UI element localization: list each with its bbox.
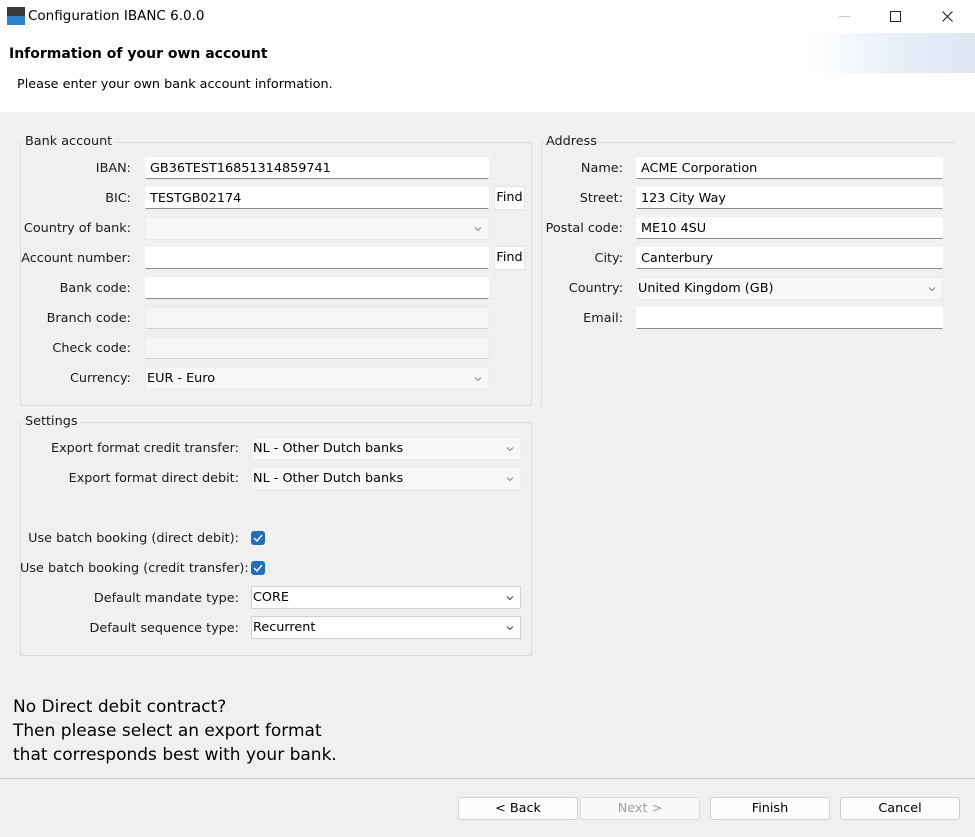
sequence-value: Recurrent	[253, 620, 316, 635]
iban-label: IBAN:	[95, 161, 131, 176]
sequence-label: Default sequence type:	[89, 621, 239, 636]
chevron-down-icon	[506, 477, 514, 482]
settings-group-title: Settings	[23, 414, 80, 429]
postal-code-label: Postal code:	[545, 221, 623, 236]
address-group	[541, 142, 955, 406]
batch-debit-label: Use batch booking (direct debit):	[28, 531, 239, 546]
chevron-down-icon	[928, 287, 936, 292]
app-icon	[7, 7, 25, 25]
email-input[interactable]	[636, 307, 943, 329]
export-debit-value: NL - Other Dutch banks	[253, 471, 404, 486]
export-debit-select[interactable]: NL - Other Dutch banks	[251, 467, 521, 490]
wizard-header: Information of your own account Please e…	[0, 33, 975, 112]
header-decoration	[805, 33, 975, 73]
back-button[interactable]: < Back	[458, 797, 578, 820]
city-label: City:	[594, 251, 623, 266]
country-select[interactable]: United Kingdom (GB)	[636, 277, 943, 300]
footer-separator	[0, 778, 975, 779]
export-debit-label: Export format direct debit:	[68, 471, 239, 486]
check-code-label: Check code:	[52, 341, 131, 356]
find-account-button[interactable]: Find	[494, 246, 525, 270]
direct-debit-note: No Direct debit contract? Then please se…	[13, 695, 337, 767]
title-bar: Configuration IBANC 6.0.0	[0, 0, 975, 33]
checkmark-icon	[253, 534, 263, 542]
currency-select[interactable]: EUR - Euro	[145, 367, 489, 390]
finish-button[interactable]: Finish	[710, 797, 830, 820]
note-line-3: that corresponds best with your bank.	[13, 745, 337, 765]
currency-value: EUR - Euro	[147, 371, 216, 386]
mandate-label: Default mandate type:	[93, 591, 239, 606]
postal-code-input[interactable]	[636, 217, 943, 239]
check-code-input	[145, 337, 489, 359]
checkmark-icon	[253, 564, 263, 572]
chevron-down-icon	[474, 227, 482, 232]
export-credit-select[interactable]: NL - Other Dutch banks	[251, 437, 521, 460]
account-number-label: Account number:	[21, 251, 131, 266]
city-input[interactable]	[636, 247, 943, 269]
note-line-1: No Direct debit contract?	[13, 697, 227, 717]
account-number-input[interactable]	[145, 247, 489, 269]
street-input[interactable]	[636, 187, 943, 209]
mandate-value: CORE	[253, 590, 289, 605]
bic-label: BIC:	[105, 191, 131, 206]
street-label: Street:	[579, 191, 623, 206]
chevron-down-icon	[506, 447, 514, 452]
chevron-down-icon	[474, 377, 482, 382]
window-title: Configuration IBANC 6.0.0	[28, 8, 205, 24]
name-input[interactable]	[636, 157, 943, 179]
bic-input[interactable]	[145, 187, 489, 209]
email-label: Email:	[583, 311, 623, 326]
chevron-down-icon	[506, 626, 514, 631]
page-subtitle: Please enter your own bank account infor…	[17, 77, 333, 92]
address-group-title: Address	[544, 134, 599, 149]
export-credit-value: NL - Other Dutch banks	[253, 441, 404, 456]
page-title: Information of your own account	[9, 46, 268, 62]
batch-credit-checkbox[interactable]	[251, 561, 265, 575]
currency-label: Currency:	[69, 371, 131, 386]
country-label: Country:	[568, 281, 623, 296]
country-of-bank-select[interactable]	[145, 217, 489, 240]
batch-credit-label: Use batch booking (credit transfer):	[20, 561, 249, 576]
export-credit-label: Export format credit transfer:	[51, 441, 239, 456]
cancel-button[interactable]: Cancel	[840, 797, 960, 820]
note-line-2: Then please select an export format	[13, 721, 322, 741]
branch-code-label: Branch code:	[46, 311, 131, 326]
next-button: Next >	[580, 797, 700, 820]
batch-debit-checkbox[interactable]	[251, 531, 265, 545]
close-icon[interactable]	[924, 0, 970, 33]
branch-code-input	[145, 307, 489, 329]
chevron-down-icon	[506, 596, 514, 601]
country-value: United Kingdom (GB)	[638, 281, 774, 296]
sequence-select[interactable]: Recurrent	[251, 616, 521, 639]
mandate-select[interactable]: CORE	[251, 586, 521, 609]
find-bic-button[interactable]: Find	[494, 186, 525, 210]
maximize-icon[interactable]	[872, 0, 918, 33]
bank-code-input[interactable]	[145, 277, 489, 299]
bank-account-group-title: Bank account	[23, 134, 115, 149]
name-label: Name:	[580, 161, 623, 176]
country-of-bank-label: Country of bank:	[23, 221, 131, 236]
iban-input[interactable]	[145, 157, 489, 179]
bank-code-label: Bank code:	[59, 281, 131, 296]
minimize-icon[interactable]	[821, 0, 867, 33]
